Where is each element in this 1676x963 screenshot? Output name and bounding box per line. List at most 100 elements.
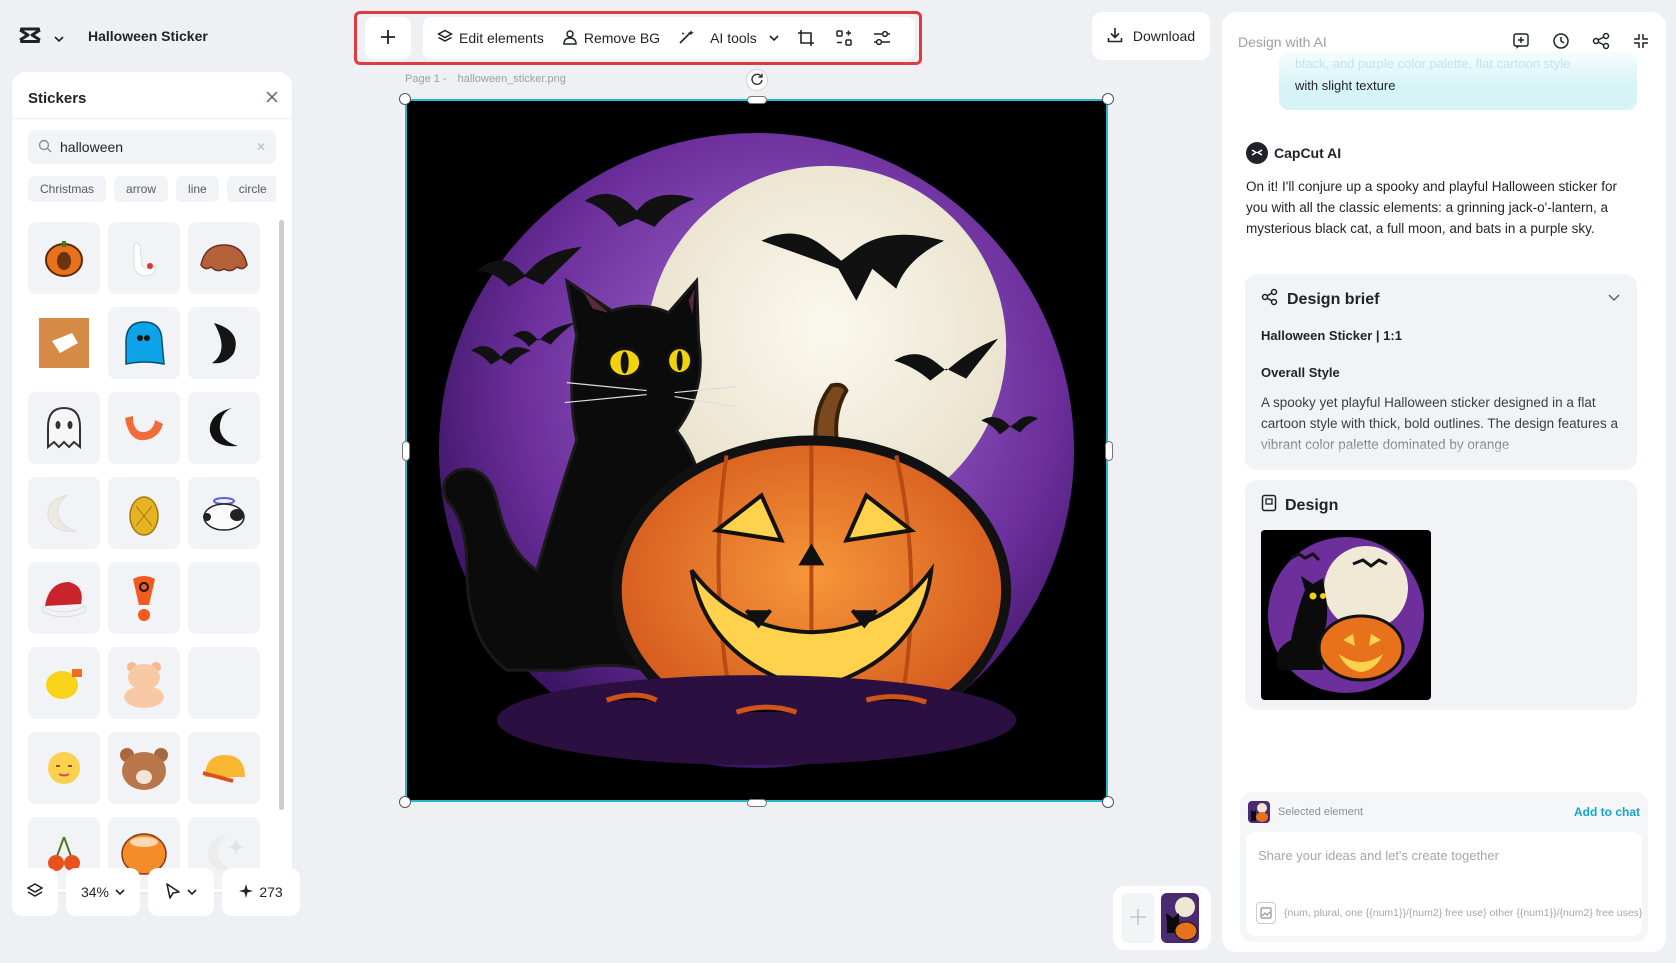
attach-image-icon[interactable] (1256, 902, 1276, 924)
file-name: halloween_sticker.png (457, 73, 566, 85)
resize-handle-bottom-left[interactable] (399, 796, 411, 808)
collapse-icon[interactable] (1632, 32, 1650, 53)
sticker-search[interactable]: ✕ (28, 130, 276, 164)
download-label: Download (1132, 28, 1196, 44)
search-icon (38, 139, 52, 156)
brief-nodes-icon (1261, 288, 1279, 311)
sticker-dark-moon[interactable] (188, 392, 260, 464)
sticker-grid (28, 222, 268, 889)
chip-circle[interactable]: circle (226, 176, 276, 202)
design-canvas[interactable] (405, 99, 1108, 802)
halloween-sticker-artwork (407, 101, 1106, 800)
ai-agent-label: CapCut AI (1246, 142, 1341, 164)
app-header: Halloween Sticker (16, 20, 208, 52)
plus-icon (1129, 908, 1147, 929)
resize-handle-left[interactable] (402, 441, 410, 461)
sticker-blue-ghost[interactable] (108, 307, 180, 379)
ai-panel-title: Design with AI (1238, 34, 1327, 50)
sticker-santa-hat[interactable] (28, 562, 100, 634)
sticker-exclamation[interactable] (108, 562, 180, 634)
stickers-header: Stickers (28, 86, 278, 110)
sticker-placeholder[interactable] (188, 647, 260, 719)
clear-search-icon[interactable]: ✕ (256, 140, 266, 154)
chat-input[interactable] (1258, 848, 1638, 863)
brief-section-title: Overall Style (1261, 365, 1340, 380)
resize-handle-top-left[interactable] (399, 93, 411, 105)
brief-title: Design brief (1287, 290, 1380, 308)
search-input[interactable] (60, 139, 230, 155)
selected-element-label: Selected element (1278, 806, 1363, 818)
divider (12, 118, 292, 119)
chevron-down-icon (115, 884, 125, 900)
capcut-logo-icon[interactable] (16, 22, 44, 50)
sticker-placeholder[interactable] (188, 562, 260, 634)
sticker-pumpkin[interactable] (28, 222, 100, 294)
sticker-bear-cub[interactable] (108, 647, 180, 719)
document-title[interactable]: Halloween Sticker (88, 28, 208, 44)
sticker-pale-moon[interactable] (28, 477, 100, 549)
cursor-icon (165, 882, 181, 903)
design-card-header: Design (1261, 494, 1338, 517)
resize-handle-bottom[interactable] (747, 799, 767, 807)
chevron-down-icon (187, 884, 197, 900)
capcut-avatar-icon (1246, 142, 1268, 164)
sticker-bear-face[interactable] (108, 732, 180, 804)
user-message-faded: black, and purple color palette, flat ca… (1295, 56, 1571, 71)
page-thumbnail[interactable] (1161, 893, 1199, 943)
panel-title: Stickers (28, 89, 87, 107)
ai-header-actions (1512, 32, 1650, 53)
sticker-paper-note[interactable] (28, 307, 100, 379)
chip-arrow[interactable]: arrow (114, 176, 169, 202)
rotate-icon (750, 72, 764, 89)
design-brief-card[interactable]: Design brief Halloween Sticker | 1:1 Ove… (1245, 274, 1637, 470)
suggestion-chips: Christmas arrow line circle (28, 176, 276, 202)
design-icon (1261, 494, 1277, 517)
chat-composer: Selected element Add to chat {num, plura… (1240, 792, 1648, 942)
sticker-croissant[interactable] (188, 222, 260, 294)
resize-handle-bottom-right[interactable] (1102, 796, 1114, 808)
history-icon[interactable] (1552, 32, 1570, 53)
new-chat-icon[interactable] (1512, 32, 1530, 53)
stickers-panel: Stickers ✕ Christmas arrow line circle (12, 72, 292, 892)
design-card-title: Design (1285, 496, 1339, 514)
sticker-pineapple[interactable] (108, 477, 180, 549)
sticker-crescent-moon[interactable] (188, 307, 260, 379)
user-message-bubble: black, and purple color palette, flat ca… (1279, 52, 1637, 110)
download-button[interactable]: Download (1092, 12, 1210, 60)
page-label: Page 1 - halloween_sticker.png (405, 73, 566, 85)
add-page-button[interactable] (1121, 893, 1155, 943)
credits-button[interactable]: 273 (222, 868, 300, 916)
user-message-text: with slight texture (1295, 78, 1396, 93)
chip-line[interactable]: line (176, 176, 219, 202)
close-icon[interactable] (266, 90, 278, 106)
agent-message: On it! I'll conjure up a spooky and play… (1246, 179, 1618, 236)
sticker-ghost-outline[interactable] (28, 392, 100, 464)
selected-element-thumbnail (1248, 801, 1270, 823)
chip-christmas[interactable]: Christmas (28, 176, 107, 202)
sticker-orange-arc[interactable] (108, 392, 180, 464)
sparkle-icon (239, 883, 254, 901)
download-icon (1107, 27, 1123, 46)
resize-handle-top[interactable] (747, 96, 767, 104)
resize-handle-right[interactable] (1105, 441, 1113, 461)
sticker-hard-hat[interactable] (188, 732, 260, 804)
share-icon[interactable] (1592, 32, 1610, 53)
credits-count: 273 (259, 884, 283, 900)
resize-handle-top-right[interactable] (1102, 93, 1114, 105)
layers-button[interactable] (12, 868, 58, 916)
free-use-counter: {num, plural, one {{num1}}/{num2} free u… (1284, 907, 1642, 919)
design-brief-header: Design brief (1261, 288, 1621, 311)
chevron-down-icon[interactable] (1607, 290, 1621, 309)
panel-scrollbar[interactable] (279, 220, 284, 810)
rotate-handle[interactable] (746, 69, 768, 91)
chevron-down-icon[interactable] (54, 31, 64, 43)
page-navigator (1113, 886, 1211, 950)
sticker-chick[interactable] (28, 647, 100, 719)
sticker-smiley[interactable] (28, 732, 100, 804)
add-to-chat-button[interactable]: Add to chat (1574, 805, 1640, 819)
sticker-panda-angel[interactable] (188, 477, 260, 549)
zoom-control[interactable]: 34% (66, 868, 140, 916)
design-thumbnail[interactable] (1261, 530, 1431, 700)
sticker-cat-hand[interactable] (108, 222, 180, 294)
pointer-tool[interactable] (148, 868, 214, 916)
